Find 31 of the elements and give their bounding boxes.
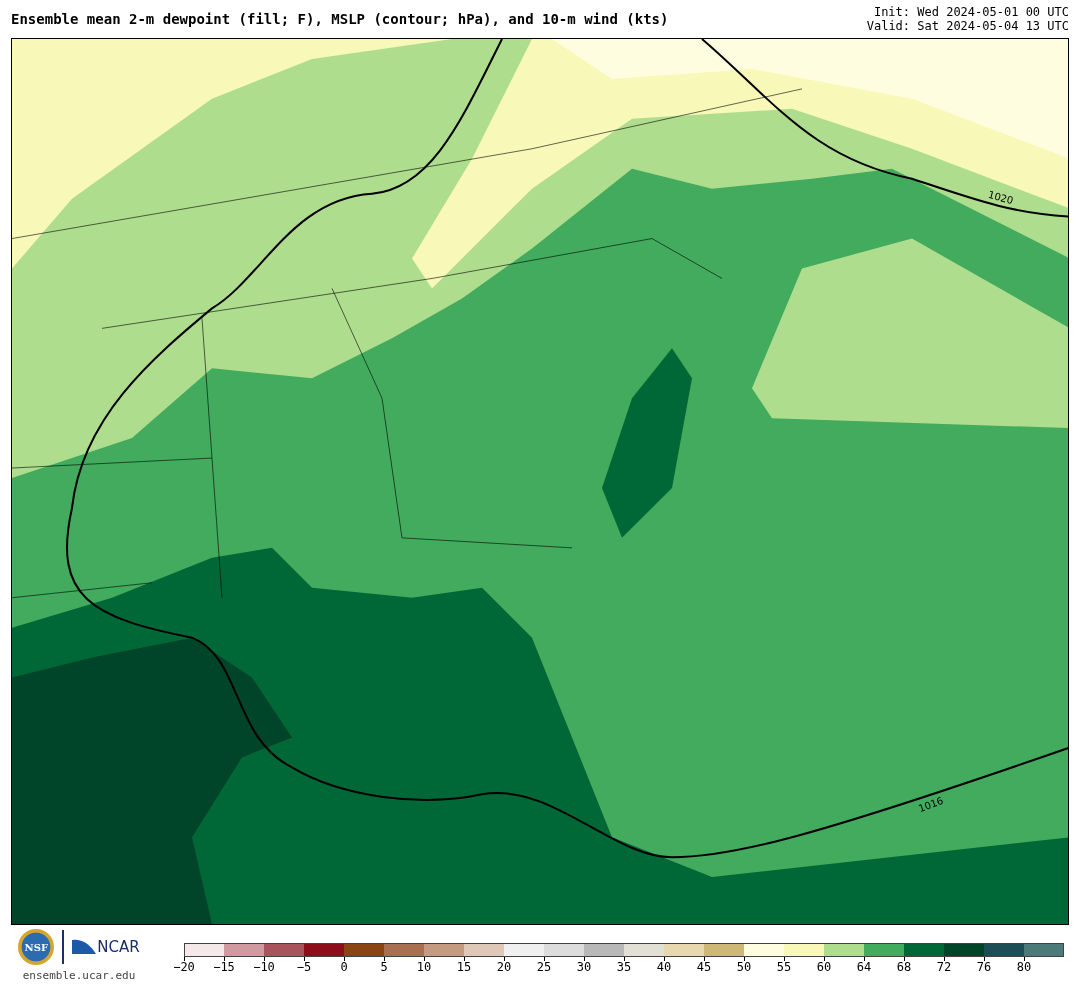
valid-time: Valid: Sat 2024-05-04 13 UTC (866, 19, 1069, 33)
nsf-logo: NSF (18, 929, 55, 965)
tick-label: 60 (816, 960, 832, 974)
tick-label: 80 (1016, 960, 1032, 974)
tick-label: 5 (380, 960, 388, 974)
tick-label: 45 (696, 960, 712, 974)
tick-label: 0 (340, 960, 348, 974)
contour-label: 1016 (916, 795, 945, 814)
tick-label: 30 (576, 960, 592, 974)
init-time: Init: Wed 2024-05-01 00 UTC (873, 5, 1069, 19)
tick-label: 55 (776, 960, 792, 974)
tick-label: 50 (736, 960, 752, 974)
tick-label: −20 (173, 960, 195, 974)
tick-label: 68 (896, 960, 912, 974)
tick-label: 40 (656, 960, 672, 974)
chart-title: Ensemble mean 2-m dewpoint (fill; F), MSLP (contour; hPa), and 10-m wind (kts) (11, 11, 669, 27)
tick-label: 15 (456, 960, 472, 974)
tick-label: 35 (616, 960, 632, 974)
tick-label: −15 (213, 960, 235, 974)
tick-label: −10 (253, 960, 275, 974)
tick-label: 72 (936, 960, 952, 974)
tick-label: 76 (976, 960, 992, 974)
tick-label: 20 (496, 960, 512, 974)
tick-label: 10 (416, 960, 432, 974)
swoosh-icon (72, 938, 97, 956)
contour-label: 1020 (987, 188, 1015, 207)
tick-label: 25 (536, 960, 552, 974)
website-url: ensemble.ucar.edu (22, 969, 136, 982)
tick-label: −5 (296, 960, 312, 974)
ncar-logo: NCAR (97, 938, 140, 956)
tick-label: 64 (856, 960, 872, 974)
